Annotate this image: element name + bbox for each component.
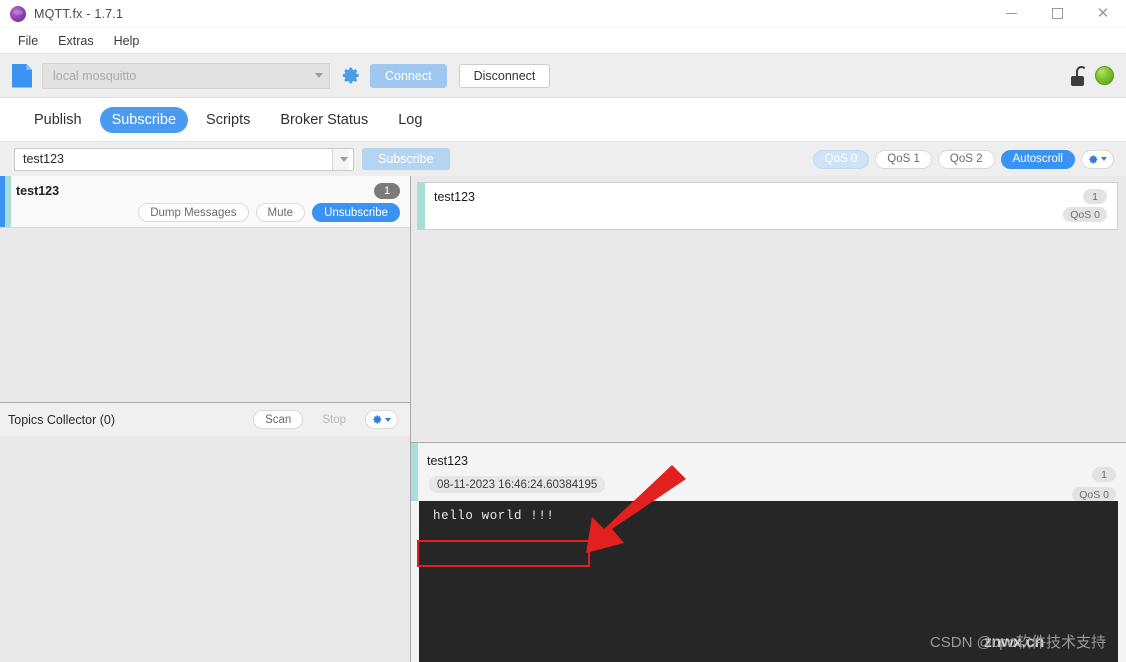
detail-timestamp: 08-11-2023 16:46:24.60384195 <box>429 476 606 493</box>
messages-list: test123 1 QoS 0 <box>411 176 1126 442</box>
message-count-badge: 1 <box>1083 189 1107 204</box>
subscription-item[interactable]: test123 1 Dump Messages Mute Unsubscribe <box>0 176 410 228</box>
menu-item-extras[interactable]: Extras <box>48 31 103 51</box>
subscriptions-panel: test123 1 Dump Messages Mute Unsubscribe… <box>0 176 411 662</box>
topics-collector-title: Topics Collector (0) <box>8 412 115 427</box>
detail-qos-badge: QoS 0 <box>1072 487 1116 502</box>
dump-messages-button[interactable]: Dump Messages <box>138 203 249 222</box>
topic-input-value: test123 <box>23 152 65 166</box>
window-controls: ✕ <box>988 0 1126 28</box>
unlocked-padlock-icon <box>1069 65 1087 86</box>
mqttfx-logo-icon <box>10 5 26 22</box>
detail-topic: test123 <box>427 454 469 468</box>
menu-bar: File Extras Help <box>0 28 1126 54</box>
chevron-down-icon <box>1101 157 1107 161</box>
broker-settings-button[interactable] <box>340 65 362 87</box>
subscribe-options-group: QoS 0 QoS 1 QoS 2 Autoscroll <box>812 149 1114 169</box>
main-tabs: Publish Subscribe Scripts Broker Status … <box>0 98 1126 142</box>
connection-toolbar: local mosquitto Connect Disconnect <box>0 54 1126 98</box>
messages-panel: test123 1 QoS 0 test123 08-11-2023 16:46… <box>411 176 1126 662</box>
close-icon: ✕ <box>1096 5 1110 22</box>
qos-1-button[interactable]: QoS 1 <box>875 149 932 169</box>
topics-collector-area <box>0 436 410 662</box>
topic-color-indicator <box>5 176 11 227</box>
green-status-dot <box>1095 66 1114 85</box>
qos-0-button[interactable]: QoS 0 <box>812 149 870 169</box>
subscriptions-list: test123 1 Dump Messages Mute Unsubscribe <box>0 176 410 402</box>
autoscroll-toggle[interactable]: Autoscroll <box>1000 149 1075 169</box>
broker-profile-combo[interactable]: local mosquitto <box>42 62 330 89</box>
subscription-topic: test123 <box>16 184 60 198</box>
message-qos-badge: QoS 0 <box>1063 207 1107 222</box>
csdn-watermark: CSDN @cpo软件技术支持 <box>929 634 1106 651</box>
message-detail-header: test123 08-11-2023 16:46:24.60384195 1 Q… <box>411 443 1126 502</box>
tab-log[interactable]: Log <box>386 107 434 133</box>
disconnect-button[interactable]: Disconnect <box>458 63 551 88</box>
gear-icon <box>342 67 359 84</box>
menu-item-help[interactable]: Help <box>104 31 150 51</box>
qos-2-button[interactable]: QoS 2 <box>937 149 995 169</box>
scan-button[interactable]: Scan <box>253 410 304 429</box>
chevron-down-icon <box>385 417 391 422</box>
payload-text: hello world !!! <box>433 509 555 523</box>
topic-color-indicator <box>418 183 425 229</box>
message-list-item[interactable]: test123 1 QoS 0 <box>417 182 1118 230</box>
chevron-down-icon <box>340 156 348 162</box>
detail-count-badge: 1 <box>1092 467 1116 482</box>
close-button[interactable]: ✕ <box>1080 0 1126 28</box>
topic-history-dropdown[interactable] <box>332 148 349 170</box>
tab-publish[interactable]: Publish <box>22 107 94 133</box>
connection-status-group <box>1069 65 1114 86</box>
gear-icon <box>1089 154 1098 164</box>
stop-button[interactable]: Stop <box>310 410 358 429</box>
broker-profile-value: local mosquitto <box>53 68 137 83</box>
title-bar: MQTT.fx - 1.7.1 ✕ <box>0 0 1126 28</box>
tab-scripts[interactable]: Scripts <box>194 107 262 133</box>
tab-broker-status[interactable]: Broker Status <box>268 107 380 133</box>
maximize-icon <box>1051 8 1063 19</box>
topic-input[interactable]: test123 <box>14 147 354 171</box>
subscribe-toolbar: test123 Subscribe QoS 0 QoS 1 QoS 2 Auto… <box>0 142 1126 176</box>
minimize-button[interactable] <box>988 0 1034 28</box>
connect-button[interactable]: Connect <box>370 63 447 88</box>
topics-collector-header: Topics Collector (0) Scan Stop <box>0 402 410 436</box>
topic-color-indicator <box>411 443 418 501</box>
subscribe-options-button[interactable] <box>1081 149 1114 169</box>
document-icon[interactable] <box>12 63 32 88</box>
menu-item-file[interactable]: File <box>8 31 48 51</box>
window-title: MQTT.fx - 1.7.1 <box>34 6 124 21</box>
mqttfx-window: MQTT.fx - 1.7.1 ✕ File Extras Help local… <box>0 0 1126 662</box>
main-body: test123 1 Dump Messages Mute Unsubscribe… <box>0 176 1126 662</box>
mute-button[interactable]: Mute <box>255 203 306 222</box>
message-topic: test123 <box>434 190 476 204</box>
chevron-down-icon <box>315 73 323 78</box>
subscribe-button[interactable]: Subscribe <box>362 148 450 170</box>
maximize-button[interactable] <box>1034 0 1080 28</box>
message-detail-panel: test123 08-11-2023 16:46:24.60384195 1 Q… <box>411 442 1126 662</box>
subscription-count-badge: 1 <box>374 183 400 199</box>
payload-viewer[interactable]: hello world !!! znwx.cn CSDN @cpo软件技术支持 <box>419 501 1118 662</box>
gear-icon <box>373 415 382 424</box>
minimize-icon <box>1005 13 1017 14</box>
tab-subscribe[interactable]: Subscribe <box>99 106 189 133</box>
unsubscribe-button[interactable]: Unsubscribe <box>312 203 400 222</box>
topics-collector-options-button[interactable] <box>365 410 398 429</box>
